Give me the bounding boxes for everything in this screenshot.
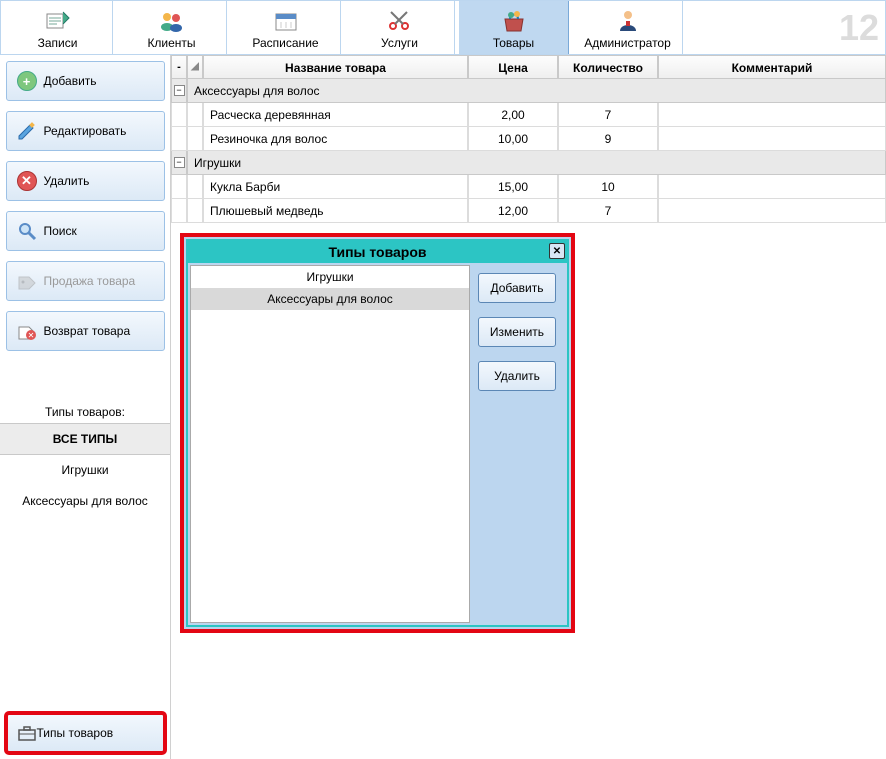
toolbar-raspisanie-button[interactable]: Расписание <box>231 1 341 54</box>
list-item[interactable]: Игрушки <box>191 266 469 288</box>
group-label: Игрушки <box>187 151 886 175</box>
people-icon <box>158 9 186 33</box>
group-row[interactable]: − Аксессуары для волос <box>171 79 886 103</box>
group-row[interactable]: − Игрушки <box>171 151 886 175</box>
pencil-icon <box>16 120 38 142</box>
cell-qty: 10 <box>558 175 658 199</box>
svg-text:✕: ✕ <box>27 331 34 340</box>
admin-icon <box>614 9 642 33</box>
table-row[interactable]: Кукла Барби 15,00 10 <box>171 175 886 199</box>
cell-price: 15,00 <box>468 175 558 199</box>
edit-button[interactable]: Редактировать <box>6 111 165 151</box>
cell-qty: 7 <box>558 103 658 127</box>
delete-label: Удалить <box>44 174 90 188</box>
toolbar-label: Клиенты <box>147 36 195 50</box>
modal-edit-button[interactable]: Изменить <box>478 317 556 347</box>
type-item-accessories[interactable]: Аксессуары для волос <box>0 486 170 517</box>
toolbar-klienty-button[interactable]: Клиенты <box>117 1 227 54</box>
search-icon <box>16 220 38 242</box>
types-header: Типы товаров: <box>0 401 170 423</box>
toolbar-label: Товары <box>493 36 534 50</box>
type-item-toys[interactable]: Игрушки <box>0 455 170 486</box>
cell-qty: 9 <box>558 127 658 151</box>
plus-icon: + <box>16 70 38 92</box>
toolbar-label: Администратор <box>584 36 671 50</box>
cell-name: Кукла Барби <box>203 175 468 199</box>
delete-icon: ✕ <box>16 170 38 192</box>
toolbar-zapisi-button[interactable]: Записи <box>3 1 113 54</box>
main-toolbar: Записи Клиенты Расписание Услуги Товары … <box>0 0 886 55</box>
add-button[interactable]: + Добавить <box>6 61 165 101</box>
expand-toggle[interactable]: − <box>171 151 187 175</box>
toolbar-label: Расписание <box>252 36 318 50</box>
modal-add-button[interactable]: Добавить <box>478 273 556 303</box>
col-name[interactable]: Название товара <box>203 55 468 79</box>
col-comment[interactable]: Комментарий <box>658 55 886 79</box>
cell-name: Расческа деревянная <box>203 103 468 127</box>
delete-button[interactable]: ✕ Удалить <box>6 161 165 201</box>
table-row[interactable]: Расческа деревянная 2,00 7 <box>171 103 886 127</box>
cell-price: 10,00 <box>468 127 558 151</box>
briefcase-icon <box>17 724 37 742</box>
sale-icon <box>16 270 38 292</box>
cell-qty: 7 <box>558 199 658 223</box>
toolbar-tovary-button[interactable]: Товары <box>459 1 569 54</box>
sale-button[interactable]: Продажа товара <box>6 261 165 301</box>
type-item-all[interactable]: ВСЕ ТИПЫ <box>0 423 170 455</box>
close-icon[interactable]: ✕ <box>549 243 565 259</box>
cell-price: 2,00 <box>468 103 558 127</box>
row-indicator-header: ◢ <box>187 55 203 79</box>
cell-name: Резиночка для волос <box>203 127 468 151</box>
return-button[interactable]: ✕ Возврат товара <box>6 311 165 351</box>
types-modal: Типы товаров ✕ Игрушки Аксессуары для во… <box>180 233 575 633</box>
toolbar-administrator-button[interactable]: Администратор <box>573 1 683 54</box>
sale-label: Продажа товара <box>44 274 136 288</box>
modal-list: Игрушки Аксессуары для волос <box>190 265 470 623</box>
table-row[interactable]: Резиночка для волос 10,00 9 <box>171 127 886 151</box>
modal-header: Типы товаров ✕ <box>188 241 567 263</box>
toolbar-label: Записи <box>38 36 78 50</box>
notes-icon <box>44 9 72 33</box>
cell-comment <box>658 127 886 151</box>
search-label: Поиск <box>44 224 77 238</box>
types-catalog-label: Типы товаров <box>37 726 114 740</box>
cell-comment <box>658 199 886 223</box>
sidebar: + Добавить Редактировать ✕ Удалить Поиск <box>0 55 171 759</box>
toolbar-label: Услуги <box>381 36 418 50</box>
calendar-icon <box>272 9 300 33</box>
return-label: Возврат товара <box>44 324 131 338</box>
grid-header: - ◢ Название товара Цена Количество Комм… <box>171 55 886 79</box>
list-item[interactable]: Аксессуары для волос <box>191 288 469 310</box>
cell-comment <box>658 103 886 127</box>
goods-grid: - ◢ Название товара Цена Количество Комм… <box>171 55 886 223</box>
cell-price: 12,00 <box>468 199 558 223</box>
expand-toggle[interactable]: − <box>171 79 187 103</box>
search-button[interactable]: Поиск <box>6 211 165 251</box>
expand-header[interactable]: - <box>171 55 187 79</box>
table-row[interactable]: Плюшевый медведь 12,00 7 <box>171 199 886 223</box>
scissors-icon <box>386 9 414 33</box>
types-catalog-button[interactable]: Типы товаров <box>6 713 165 753</box>
page-number: 12 <box>839 7 879 49</box>
group-label: Аксессуары для волос <box>187 79 886 103</box>
add-label: Добавить <box>44 74 97 88</box>
col-price[interactable]: Цена <box>468 55 558 79</box>
cell-comment <box>658 175 886 199</box>
col-qty[interactable]: Количество <box>558 55 658 79</box>
return-icon: ✕ <box>16 320 38 342</box>
toolbar-uslugi-button[interactable]: Услуги <box>345 1 455 54</box>
cell-name: Плюшевый медведь <box>203 199 468 223</box>
toolbar-spacer: 12 <box>685 1 885 54</box>
goods-icon <box>500 9 528 33</box>
modal-title: Типы товаров <box>328 244 426 260</box>
modal-delete-button[interactable]: Удалить <box>478 361 556 391</box>
edit-label: Редактировать <box>44 124 127 138</box>
